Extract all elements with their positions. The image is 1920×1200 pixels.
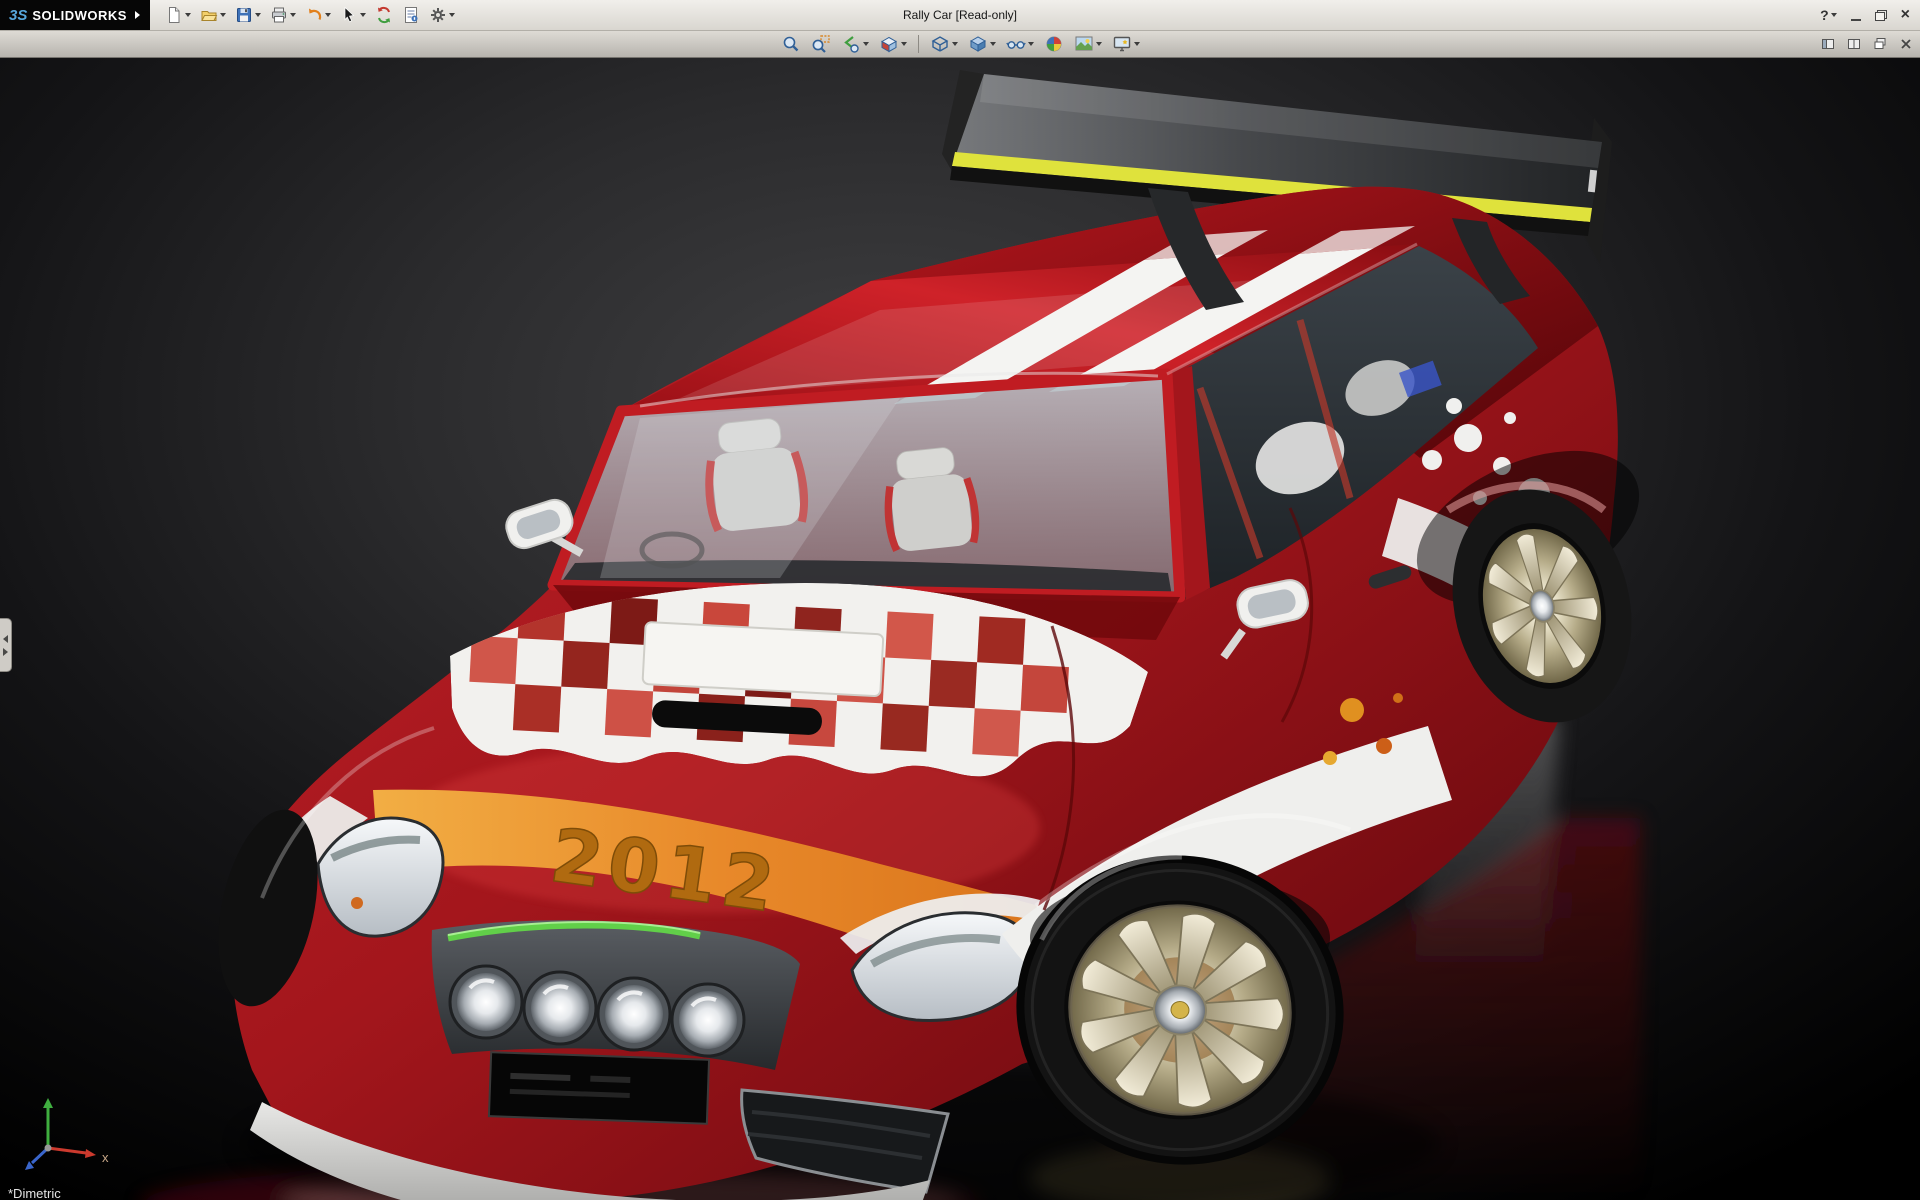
standard-toolbar — [150, 4, 458, 26]
restore-icon — [1875, 10, 1887, 21]
dropdown-caret-icon — [185, 13, 191, 17]
open-button[interactable] — [197, 4, 229, 26]
file-properties-icon — [402, 6, 420, 24]
expand-right-icon — [3, 648, 8, 656]
cursor-arrow-icon — [340, 6, 358, 24]
restore-button[interactable] — [1875, 10, 1887, 21]
dropdown-caret-icon — [1096, 42, 1102, 46]
select-button[interactable] — [337, 4, 369, 26]
toolbar-separator — [918, 35, 919, 53]
dropdown-caret-icon — [255, 13, 261, 17]
previous-view-icon — [841, 34, 861, 54]
license-plate — [489, 1052, 709, 1124]
hood-scoop-panel — [642, 622, 883, 696]
appearance-ball-icon — [1044, 34, 1064, 54]
orientation-triad: x — [14, 1086, 124, 1178]
view-orientation-button[interactable] — [927, 33, 961, 55]
view-settings-button[interactable] — [1109, 33, 1143, 55]
undo-button[interactable] — [302, 4, 334, 26]
dropdown-caret-icon — [863, 42, 869, 46]
help-icon: ? — [1820, 7, 1829, 23]
minimize-button[interactable] — [1851, 9, 1861, 21]
pane-split-icon — [1847, 37, 1861, 51]
heads-up-buttons — [778, 33, 1143, 55]
dropdown-caret-icon — [1831, 13, 1837, 17]
close-button[interactable]: × — [1901, 9, 1910, 21]
restore-windows-icon — [1873, 37, 1887, 51]
zoom-to-fit-icon — [781, 34, 801, 54]
window-title: Rally Car [Read-only] — [903, 8, 1017, 22]
printer-icon — [270, 6, 288, 24]
rally-car-model: 2012 — [0, 58, 1920, 1200]
solidworks-wordmark: SOLIDWORKS — [32, 8, 127, 23]
section-view-icon — [879, 34, 899, 54]
dropdown-caret-icon — [901, 42, 907, 46]
graphics-viewport[interactable]: 2012 — [0, 58, 1920, 1200]
rebuild-icon — [375, 6, 393, 24]
solidworks-logo[interactable]: 3S SOLIDWORKS — [0, 0, 150, 30]
close-icon: × — [1901, 9, 1910, 21]
save-floppy-icon — [235, 6, 253, 24]
dropdown-caret-icon — [220, 13, 226, 17]
window-controls: ? × — [1820, 7, 1920, 23]
rebuild-button[interactable] — [372, 4, 396, 26]
heads-up-toolbar — [0, 31, 1920, 58]
view-orientation-cube-icon — [930, 34, 950, 54]
zoom-to-fit-button[interactable] — [778, 33, 804, 55]
undo-arrow-icon — [305, 6, 323, 24]
apply-scene-button[interactable] — [1071, 33, 1105, 55]
triad-y-axis-icon — [43, 1098, 53, 1108]
view-orientation-label: *Dimetric — [8, 1186, 61, 1200]
triad-x-label: x — [102, 1150, 109, 1165]
3ds-logo-mark: 3S — [9, 7, 27, 24]
feature-tree-collapse-tab[interactable] — [0, 618, 12, 672]
zoom-to-area-button[interactable] — [808, 33, 834, 55]
display-style-button[interactable] — [965, 33, 999, 55]
new-document-icon — [165, 6, 183, 24]
edit-appearance-button[interactable] — [1041, 33, 1067, 55]
close-x-icon — [1899, 37, 1913, 51]
zoom-to-area-icon — [811, 34, 831, 54]
hide-show-items-button[interactable] — [1003, 33, 1037, 55]
title-bar: 3S SOLIDWORKS — [0, 0, 1920, 31]
save-button[interactable] — [232, 4, 264, 26]
viewport-restore-button[interactable] — [1871, 36, 1889, 52]
previous-view-button[interactable] — [838, 33, 872, 55]
new-document-button[interactable] — [162, 4, 194, 26]
view-settings-monitor-icon — [1112, 34, 1132, 54]
dropdown-caret-icon — [952, 42, 958, 46]
section-view-button[interactable] — [876, 33, 910, 55]
dropdown-caret-icon — [1134, 42, 1140, 46]
viewport-window-controls — [1819, 31, 1915, 57]
minimize-icon — [1851, 9, 1861, 21]
dropdown-caret-icon — [990, 42, 996, 46]
gear-icon — [429, 6, 447, 24]
print-button[interactable] — [267, 4, 299, 26]
collapse-left-icon — [3, 635, 8, 643]
dropdown-caret-icon — [449, 13, 455, 17]
solidworks-window: 3S SOLIDWORKS — [0, 0, 1920, 1200]
dropdown-caret-icon — [1028, 42, 1034, 46]
options-button[interactable] — [426, 4, 458, 26]
scene-landscape-icon — [1074, 34, 1094, 54]
triad-x-axis-icon — [85, 1149, 96, 1158]
open-folder-icon — [200, 6, 218, 24]
windshield — [553, 374, 1180, 597]
dropdown-caret-icon — [290, 13, 296, 17]
help-button[interactable]: ? — [1820, 7, 1837, 23]
file-properties-button[interactable] — [399, 4, 423, 26]
display-style-cube-icon — [968, 34, 988, 54]
pane-split-button[interactable] — [1845, 36, 1863, 52]
pane-left-icon — [1821, 37, 1835, 51]
glasses-icon — [1006, 34, 1026, 54]
menu-flyout-arrow-icon — [135, 11, 140, 19]
dropdown-caret-icon — [360, 13, 366, 17]
viewport-close-button[interactable] — [1897, 36, 1915, 52]
dropdown-caret-icon — [325, 13, 331, 17]
pane-left-button[interactable] — [1819, 36, 1837, 52]
